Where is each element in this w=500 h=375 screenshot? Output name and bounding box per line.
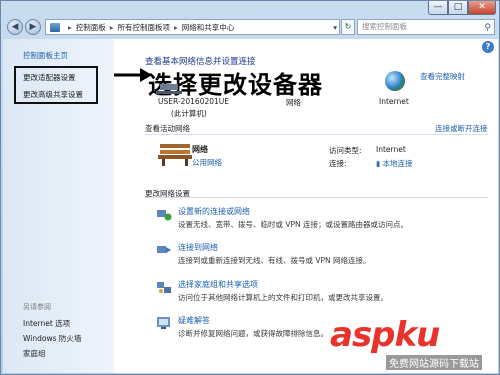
address-input[interactable]: ▸ 控制面板 ▸ 所有控制面板项 ▸ 网络和共享中心 ▾ xyxy=(45,19,340,35)
connect-network-icon xyxy=(157,246,171,253)
minimize-button[interactable]: — xyxy=(428,1,448,15)
breadcrumb-network-center[interactable]: 网络和共享中心 xyxy=(182,22,235,33)
computer-subtitle: (此计算机) xyxy=(171,109,207,118)
task-description: 连接到或重新连接到无线、有线、拨号或 VPN 网络连接。 xyxy=(178,256,371,265)
sidebar-home-link[interactable]: 控制面板主页 xyxy=(23,50,68,61)
local-connection-label: 本地连接 xyxy=(382,159,413,168)
search-icon: ⚲ xyxy=(484,23,491,33)
connect-disconnect-link[interactable]: 连接或断开连接 xyxy=(435,123,488,134)
watermark-caption: 免费网站源码下载站 xyxy=(386,355,482,370)
breadcrumb-separator: ▸ xyxy=(68,22,72,32)
annotation-text: 选择更改设备器 xyxy=(148,71,323,99)
title-bar: — □ ✕ xyxy=(1,1,499,17)
park-bench-icon xyxy=(158,144,192,166)
address-toolbar: ◀ ▶ ▸ 控制面板 ▸ 所有控制面板项 ▸ 网络和共享中心 ▾ ↻ 搜索控制面… xyxy=(5,18,495,36)
troubleshoot-link[interactable]: 疑难解答 xyxy=(178,315,210,326)
homegroup-icon xyxy=(157,282,171,293)
network-node-label: 网络 xyxy=(286,98,301,107)
homegroup-sharing-link[interactable]: 选择家庭组和共享选项 xyxy=(178,279,258,290)
annotation-arrow-icon xyxy=(114,68,152,82)
sidebar-change-adapter-link[interactable]: 更改适配器设置 xyxy=(23,72,76,83)
task-description: 诊断并修复网络问题，或获得故障排除信息。 xyxy=(178,329,328,338)
sidebar-advanced-sharing-link[interactable]: 更改高级共享设置 xyxy=(23,89,83,100)
see-also-heading: 另请参阅 xyxy=(23,303,51,311)
window-frame: — □ ✕ ◀ ▶ ▸ 控制面板 ▸ 所有控制面板项 ▸ 网络和共享中心 ▾ ↻… xyxy=(0,0,500,375)
connections-label: 连接: xyxy=(329,159,347,168)
sidebar-firewall-link[interactable]: Windows 防火墙 xyxy=(23,333,81,344)
network-type-link[interactable]: 公用网络 xyxy=(192,157,222,168)
access-type-value: Internet xyxy=(376,145,406,154)
active-networks-heading: 查看活动网络 xyxy=(145,124,190,133)
control-panel-icon xyxy=(50,22,60,32)
local-connection-link[interactable]: ▮ 本地连接 xyxy=(376,158,413,169)
forward-button[interactable]: ▶ xyxy=(25,19,41,35)
new-connection-icon xyxy=(157,210,172,221)
troubleshoot-icon xyxy=(157,317,170,329)
full-map-link[interactable]: 查看完整映射 xyxy=(420,71,465,82)
search-input[interactable]: 搜索控制面板 ⚲ xyxy=(357,19,495,35)
sidebar: 控制面板主页 更改适配器设置 更改高级共享设置 另请参阅 Internet 选项… xyxy=(3,39,114,373)
help-icon[interactable]: ? xyxy=(482,41,494,53)
breadcrumb-separator: ▸ xyxy=(174,22,178,32)
access-type-label: 访问类型: xyxy=(329,146,362,155)
refresh-button[interactable]: ↻ xyxy=(341,19,355,35)
watermark: aspku 免费网站源码下载站 xyxy=(330,315,500,375)
new-connection-link[interactable]: 设置新的连接或网络 xyxy=(178,206,250,217)
search-placeholder: 搜索控制面板 xyxy=(362,22,407,31)
signal-icon: ▮ xyxy=(376,159,381,168)
breadcrumb-separator: ▸ xyxy=(109,22,114,32)
breadcrumb-control-panel[interactable]: 控制面板 xyxy=(76,22,106,33)
globe-icon xyxy=(385,71,405,91)
sidebar-homegroup-link[interactable]: 家庭组 xyxy=(23,348,46,359)
divider xyxy=(145,197,488,198)
computer-name: USER-20160201UE xyxy=(158,97,230,106)
breadcrumb-all-items[interactable]: 所有控制面板项 xyxy=(118,22,171,33)
chevron-down-icon[interactable]: ▾ xyxy=(333,23,337,32)
close-button[interactable]: ✕ xyxy=(468,1,496,15)
task-description: 访问位于其他网络计算机上的文件和打印机，或更改共享设置。 xyxy=(178,293,388,302)
maximize-button[interactable]: □ xyxy=(448,1,468,15)
internet-node-label: Internet xyxy=(379,97,409,106)
connect-network-link[interactable]: 连接到网络 xyxy=(178,242,218,253)
sidebar-internet-options-link[interactable]: Internet 选项 xyxy=(23,318,70,329)
computer-icon xyxy=(156,84,182,94)
watermark-brand: aspku xyxy=(330,315,440,355)
active-network-name: 网络 xyxy=(192,145,208,154)
back-button[interactable]: ◀ xyxy=(7,19,23,35)
divider xyxy=(145,134,488,135)
task-description: 设置无线、宽带、拨号、临时或 VPN 连接；或设置路由器或访问点。 xyxy=(178,220,409,229)
